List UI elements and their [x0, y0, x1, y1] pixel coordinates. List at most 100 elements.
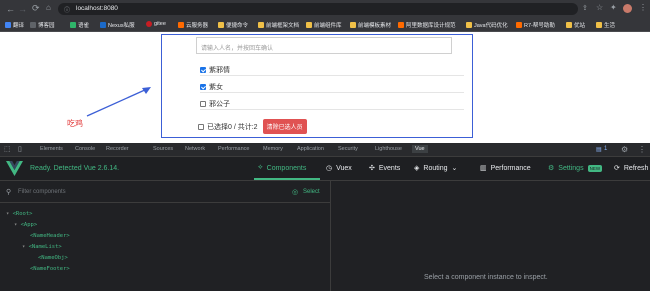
- tree-node-namefooter[interactable]: <NameFooter>: [30, 266, 70, 272]
- share-icon[interactable]: ⇪: [582, 4, 588, 12]
- annotation-label: 吃鸡: [67, 119, 83, 128]
- inspect-icon[interactable]: ⬚: [4, 145, 11, 153]
- tab-recorder[interactable]: Recorder: [106, 146, 129, 152]
- components-icon: ⟡: [258, 164, 263, 171]
- bookmark-item[interactable]: Nexus私服: [100, 21, 135, 29]
- new-badge: NEW: [587, 164, 603, 172]
- back-icon[interactable]: ←: [6, 4, 15, 14]
- bookmark-item[interactable]: 前端组件库: [306, 21, 342, 29]
- select-all-checkbox[interactable]: [198, 123, 204, 130]
- item-checkbox[interactable]: [200, 66, 206, 73]
- cloud-icon: [178, 22, 184, 28]
- bookmark-item[interactable]: Java代码优化: [466, 21, 508, 29]
- tab-performance[interactable]: Performance: [218, 146, 250, 152]
- bookmark-item[interactable]: 阿里数据库设计规范: [398, 21, 456, 29]
- code-icon: [398, 22, 404, 28]
- tab-memory[interactable]: Memory: [263, 146, 283, 152]
- list-item[interactable]: 紫邪情: [200, 64, 464, 76]
- select-button[interactable]: Select: [303, 189, 320, 195]
- nav-refresh[interactable]: ⟳ Refresh: [614, 164, 648, 173]
- clear-selected-button[interactable]: 清除已选人员: [262, 119, 307, 134]
- list-item[interactable]: 紫女: [200, 81, 464, 93]
- folder-icon: [258, 22, 264, 28]
- bookmark-item[interactable]: 语雀: [70, 21, 89, 29]
- tree-node-app[interactable]: ▾ <App>: [14, 222, 37, 228]
- tab-elements[interactable]: Elements: [40, 146, 63, 152]
- list-item[interactable]: 邪公子: [200, 98, 464, 110]
- tab-application[interactable]: Application: [297, 146, 324, 152]
- tab-lighthouse[interactable]: Lighthouse: [375, 146, 402, 152]
- bookmark-item[interactable]: 博客园: [30, 21, 55, 29]
- inspector-pane: Select a component instance to inspect.: [332, 181, 650, 291]
- item-checkbox[interactable]: [200, 100, 206, 107]
- r7-icon: [516, 22, 522, 28]
- folder-icon: [306, 22, 312, 28]
- translate-icon: [5, 22, 11, 28]
- extension-icon[interactable]: ✦: [610, 3, 617, 12]
- item-label: 紫邪情: [209, 66, 230, 74]
- vue-logo-icon: [6, 161, 23, 176]
- site-info-icon[interactable]: ⓘ: [64, 5, 70, 14]
- folder-icon: [466, 22, 472, 28]
- history-icon: ◷: [326, 165, 333, 172]
- item-checkbox[interactable]: [200, 83, 206, 90]
- filter-input[interactable]: Filter components: [18, 189, 66, 195]
- tab-network[interactable]: Network: [185, 146, 205, 152]
- gitee-icon: [146, 21, 152, 27]
- bookmark-star-icon[interactable]: ☆: [596, 3, 603, 12]
- chart-icon: ▥: [480, 165, 487, 172]
- issues-icon[interactable]: ▤: [596, 146, 602, 153]
- tree-node-nameobj[interactable]: <NameObj>: [38, 255, 68, 261]
- nav-events[interactable]: ✣ Events: [369, 164, 400, 173]
- item-label: 邪公子: [209, 100, 230, 108]
- bookmark-item[interactable]: R7-帮号助勒: [516, 21, 555, 29]
- refresh-icon: ⟳: [614, 165, 620, 172]
- devtools-tabbar: ⬚ ▯ Elements Console Recorder Sources Ne…: [0, 143, 650, 157]
- tab-sources[interactable]: Sources: [153, 146, 173, 152]
- forward-icon[interactable]: →: [18, 4, 27, 14]
- inspect-hint: Select a component instance to inspect.: [424, 274, 548, 281]
- address-bar[interactable]: ⓘ localhost:8080: [58, 3, 578, 15]
- settings-icon[interactable]: ⚙: [621, 145, 628, 154]
- nav-components[interactable]: ⟡ Components: [258, 164, 306, 172]
- avatar[interactable]: [623, 4, 632, 13]
- item-label: 紫女: [209, 83, 223, 91]
- tree-node-namelist[interactable]: ▾ <NameList>: [22, 244, 62, 250]
- name-input[interactable]: 请输入人名，并按回车确认: [196, 37, 452, 54]
- settings-icon: ⚙: [548, 165, 555, 172]
- search-icon: ⚲: [6, 189, 12, 196]
- page-content: 吃鸡 请输入人名，并按回车确认 紫邪情 紫女 邪公子 已选择0 / 共计:2 清…: [0, 32, 650, 143]
- nav-vuex[interactable]: ◷ Vuex: [326, 164, 352, 173]
- browser-toolbar: ← → ⟳ ⌂ ⓘ localhost:8080 ⇪ ☆ ✦ ⋮: [0, 0, 650, 18]
- bookmark-item[interactable]: 生活: [596, 21, 615, 29]
- nav-settings[interactable]: ⚙ Settings NEW: [548, 164, 603, 172]
- tree-node-nameheader[interactable]: <NameHeader>: [30, 233, 70, 239]
- bookmark-item[interactable]: 翻译: [5, 21, 24, 29]
- annotation-arrow: [86, 87, 151, 117]
- tab-security[interactable]: Security: [338, 146, 358, 152]
- blog-icon: [30, 22, 36, 28]
- filter-row: ⚲ Filter components ◎ Select: [0, 181, 331, 203]
- bookmark-item[interactable]: 前端框架文档: [258, 21, 299, 29]
- bookmark-item[interactable]: gitee: [146, 21, 166, 27]
- home-icon[interactable]: ⌂: [46, 3, 51, 12]
- device-toolbar-icon[interactable]: ▯: [18, 145, 22, 153]
- tab-console[interactable]: Console: [75, 146, 95, 152]
- menu-icon[interactable]: ⋮: [639, 3, 647, 12]
- bookmark-item[interactable]: 便捷命令: [218, 21, 248, 29]
- select-target-icon[interactable]: ◎: [292, 188, 298, 196]
- tab-vue[interactable]: Vue: [412, 145, 428, 153]
- url-text: localhost:8080: [76, 5, 118, 12]
- bookmark-item[interactable]: 云服务器: [178, 21, 208, 29]
- reload-icon[interactable]: ⟳: [32, 3, 40, 14]
- vue-devtools-header: Ready. Detected Vue 2.6.14. ⟡ Components …: [0, 157, 650, 181]
- bookmark-item[interactable]: 前端模板素材: [350, 21, 391, 29]
- list-footer: 已选择0 / 共计:2 清除已选人员: [198, 119, 307, 134]
- nav-performance[interactable]: ▥ Performance: [480, 164, 531, 173]
- more-icon[interactable]: ⋮: [638, 145, 646, 154]
- tree-node-root[interactable]: ▾ <Root>: [6, 211, 33, 217]
- vue-status: Ready. Detected Vue 2.6.14.: [30, 165, 120, 172]
- bookmark-item[interactable]: 优站: [566, 21, 585, 29]
- bookmarks-bar: 翻译 博客园 语雀 Nexus私服 gitee 云服务器 便捷命令 前端框架文档…: [0, 18, 650, 32]
- nav-routing[interactable]: ◈ Routing ⌄: [414, 164, 457, 173]
